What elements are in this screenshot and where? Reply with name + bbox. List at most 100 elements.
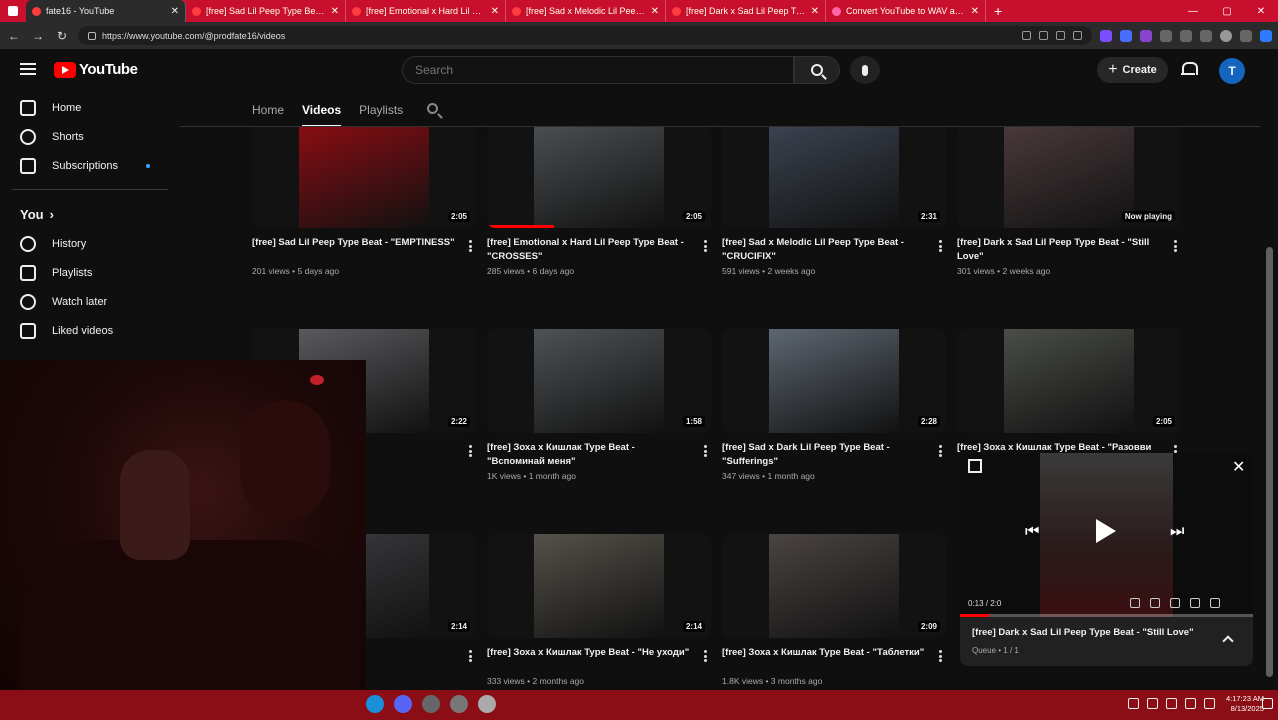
- youtube-logo[interactable]: YouTube: [54, 61, 138, 78]
- expand-player-icon[interactable]: [968, 459, 982, 473]
- minimize-icon[interactable]: —: [1176, 0, 1210, 22]
- close-tab-icon[interactable]: ✕: [331, 6, 339, 17]
- channel-search-button[interactable]: [427, 103, 441, 117]
- more-options-icon[interactable]: [469, 445, 472, 457]
- profile-icon[interactable]: [1220, 29, 1232, 42]
- more-options-icon[interactable]: [704, 650, 707, 662]
- extension-icon[interactable]: [1200, 29, 1212, 42]
- close-tab-icon[interactable]: ✕: [651, 6, 659, 17]
- scrollbar-thumb[interactable]: [1266, 247, 1273, 677]
- notifications-bell-icon[interactable]: [1181, 61, 1198, 77]
- tray-chevron-icon[interactable]: [1128, 698, 1139, 709]
- video-thumbnail[interactable]: 2:05: [957, 329, 1181, 433]
- extension-icon[interactable]: [1160, 29, 1172, 42]
- menu-icon[interactable]: [1240, 29, 1252, 42]
- video-title[interactable]: [free] Зоха x Кишлак Type Beat - "Таблет…: [722, 646, 946, 674]
- miniplayer[interactable]: ✕ ⏮ ⏭ 0:13 / 2:0 [free] Dark x Sad Lil P…: [960, 453, 1253, 666]
- url-field[interactable]: https://www.youtube.com/@prodfate16/vide…: [78, 26, 1092, 45]
- extension-icon[interactable]: [1120, 29, 1132, 42]
- video-thumbnail[interactable]: 1:58: [487, 329, 711, 433]
- close-window-icon[interactable]: ✕: [1244, 0, 1278, 22]
- more-options-icon[interactable]: [1174, 240, 1177, 252]
- settings-icon[interactable]: [450, 695, 468, 713]
- network-icon[interactable]: [1166, 698, 1177, 709]
- sidebar-item-history[interactable]: History: [0, 229, 180, 258]
- chevron-up-icon[interactable]: [1222, 635, 1234, 647]
- more-options-icon[interactable]: [939, 650, 942, 662]
- browser-tab[interactable]: Convert YouTube to WAV audio ✕: [826, 0, 986, 22]
- close-tab-icon[interactable]: ✕: [171, 6, 179, 17]
- zoom-icon[interactable]: [1056, 31, 1065, 40]
- back-icon[interactable]: ←: [6, 28, 22, 44]
- play-icon[interactable]: [1096, 519, 1116, 543]
- miniplayer-icon[interactable]: [1190, 598, 1200, 608]
- avatar[interactable]: T: [1219, 58, 1245, 84]
- refresh-icon[interactable]: ↻: [54, 28, 70, 44]
- video-card[interactable]: 2:14 [free] Зоха x Кишлак Type Beat - "Не…: [487, 534, 711, 686]
- search-input[interactable]: [415, 63, 781, 77]
- sidebar-item-shorts[interactable]: Shorts: [0, 122, 180, 151]
- video-card[interactable]: Now playing [free] Dark x Sad Lil Peep Ty…: [957, 127, 1181, 276]
- hamburger-menu-icon[interactable]: [20, 63, 36, 75]
- more-options-icon[interactable]: [469, 240, 472, 252]
- extension-icon[interactable]: [1140, 29, 1152, 42]
- taskbar-clock[interactable]: 4:17:23 AM 8/13/2025: [1226, 694, 1264, 714]
- settings-gear-icon[interactable]: [1170, 598, 1180, 608]
- close-tab-icon[interactable]: ✕: [491, 6, 499, 17]
- video-card[interactable]: 2:05 [free] Зоха x Кишлак Type Beat - "Ра…: [957, 329, 1181, 471]
- browser-tab[interactable]: [free] Sad Lil Peep Type Beat - "EMPTINE…: [186, 0, 346, 22]
- browser-tab[interactable]: [free] Sad x Melodic Lil Peep Type Beat ✕: [506, 0, 666, 22]
- more-options-icon[interactable]: [939, 445, 942, 457]
- search-box[interactable]: [402, 56, 794, 84]
- new-tab-button[interactable]: +: [986, 3, 1010, 19]
- volume-icon[interactable]: [1185, 698, 1196, 709]
- previous-track-icon[interactable]: ⏮: [1025, 523, 1039, 541]
- search-button[interactable]: [794, 56, 840, 84]
- close-tab-icon[interactable]: ✕: [811, 6, 819, 17]
- sidebar-item-playlists[interactable]: Playlists: [0, 258, 180, 287]
- window-menu-icon[interactable]: [0, 0, 26, 22]
- video-thumbnail[interactable]: 2:09: [722, 534, 946, 638]
- browser-tab[interactable]: [free] Dark x Sad Lil Peep Type Beat ✕: [666, 0, 826, 22]
- close-tab-icon[interactable]: ✕: [971, 6, 979, 17]
- tab-videos[interactable]: Videos: [302, 93, 342, 127]
- create-button[interactable]: + Create: [1097, 57, 1168, 83]
- video-card[interactable]: 2:05 [free] Emotional x Hard Lil Peep Typ…: [487, 127, 711, 276]
- bookmark-icon[interactable]: [1073, 31, 1082, 40]
- video-title[interactable]: [free] Dark x Sad Lil Peep Type Beat - "…: [957, 236, 1181, 264]
- microphone-icon[interactable]: [1147, 698, 1158, 709]
- miniplayer-title[interactable]: [free] Dark x Sad Lil Peep Type Beat - "…: [972, 627, 1212, 638]
- video-card[interactable]: 2:31 [free] Sad x Melodic Lil Peep Type B…: [722, 127, 946, 276]
- battery-icon[interactable]: [1204, 698, 1215, 709]
- sidebar-item-subscriptions[interactable]: Subscriptions: [0, 151, 180, 180]
- sidebar-item-liked-videos[interactable]: Liked videos: [0, 316, 180, 345]
- voice-search-button[interactable]: [850, 56, 880, 84]
- video-title[interactable]: [free] Emotional x Hard Lil Peep Type Be…: [487, 236, 711, 264]
- more-options-icon[interactable]: [939, 240, 942, 252]
- app-icon[interactable]: [422, 695, 440, 713]
- browser-tab[interactable]: fate16 - YouTube ✕: [26, 0, 186, 22]
- volume-icon[interactable]: [1130, 598, 1140, 608]
- tab-home[interactable]: Home: [252, 93, 284, 127]
- video-title[interactable]: [free] Sad Lil Peep Type Beat - "EMPTINE…: [252, 236, 476, 264]
- app-icon[interactable]: [478, 695, 496, 713]
- close-icon[interactable]: ✕: [1232, 457, 1245, 477]
- video-card[interactable]: 2:09 [free] Зоха x Кишлак Type Beat - "Та…: [722, 534, 946, 686]
- you-section-heading[interactable]: You ›: [0, 199, 180, 229]
- video-title[interactable]: [free] Sad x Melodic Lil Peep Type Beat …: [722, 236, 946, 264]
- forward-icon[interactable]: →: [30, 28, 46, 44]
- video-card[interactable]: 2:05 [free] Sad Lil Peep Type Beat - "EMP…: [252, 127, 476, 276]
- extension-icon[interactable]: [1039, 31, 1048, 40]
- fullscreen-icon[interactable]: [1210, 598, 1220, 608]
- more-options-icon[interactable]: [469, 650, 472, 662]
- video-thumbnail[interactable]: 2:28: [722, 329, 946, 433]
- edge-icon[interactable]: [366, 695, 384, 713]
- video-card[interactable]: 1:58 [free] Зоха x Кишлак Type Beat - "Вс…: [487, 329, 711, 481]
- video-card[interactable]: 2:28 [free] Sad x Dark Lil Peep Type Beat…: [722, 329, 946, 481]
- browser-tab[interactable]: [free] Emotional x Hard Lil Peep Type Be…: [346, 0, 506, 22]
- more-options-icon[interactable]: [704, 240, 707, 252]
- subtitles-icon[interactable]: [1150, 598, 1160, 608]
- maximize-icon[interactable]: ▢: [1210, 0, 1244, 22]
- extension-icon[interactable]: [1100, 29, 1112, 42]
- extension-icon[interactable]: [1022, 31, 1031, 40]
